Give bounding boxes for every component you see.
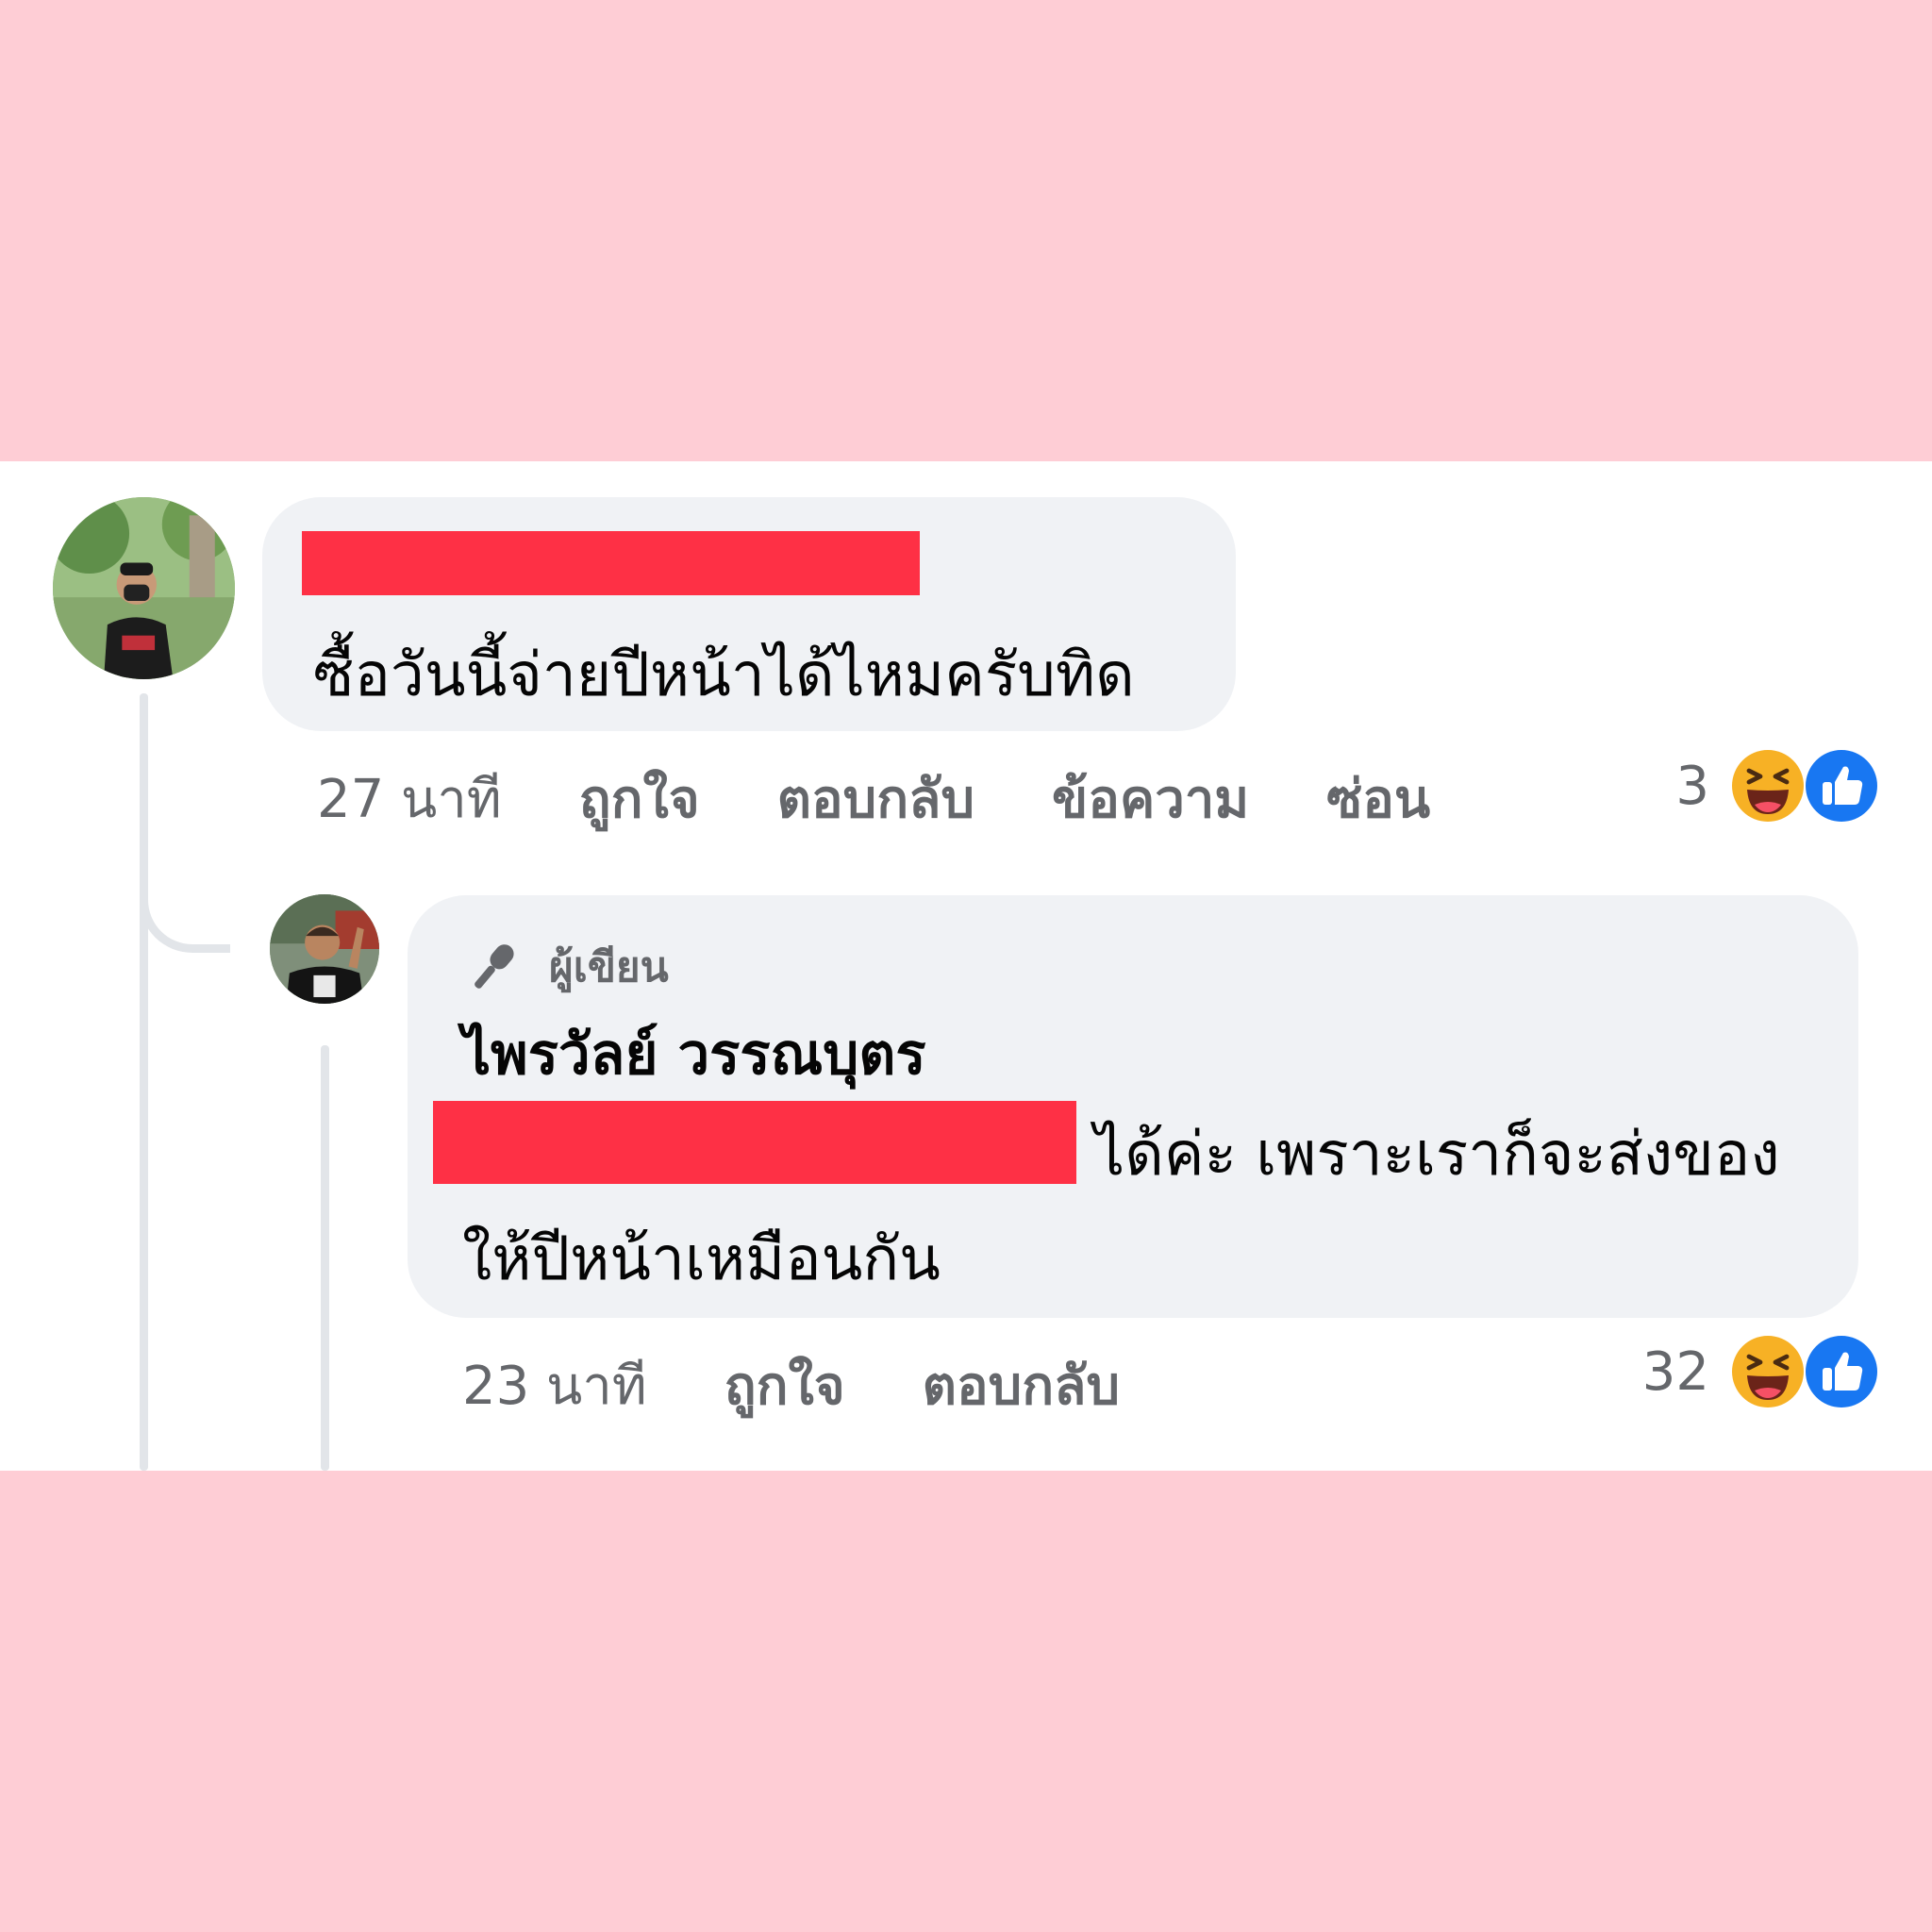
author-badge: ผู้เขียน — [462, 934, 669, 1000]
like-icon — [1806, 750, 1877, 822]
reaction-count: 3 — [1675, 755, 1709, 817]
redacted-commenter-name — [302, 531, 920, 595]
commenter-avatar-image — [53, 497, 235, 679]
comment-reactions[interactable]: 3 — [1675, 748, 1879, 824]
reply-action[interactable]: ตอบกลับ — [923, 1343, 1120, 1427]
author-avatar[interactable] — [270, 894, 379, 1004]
like-action[interactable]: ถูกใจ — [724, 1343, 845, 1427]
comment-actions: 27 นาที ถูกใจ ตอบกลับ ข้อความ ซ่อน — [317, 757, 1507, 841]
haha-emoji-icon — [1732, 750, 1804, 822]
reply-thread-line — [321, 1045, 329, 1471]
reply-action[interactable]: ตอบกลับ — [777, 757, 974, 841]
like-icon — [1806, 1336, 1877, 1407]
reply-text-line-1: ได้ค่ะ เพราะเราก็จะส่งของ — [1094, 1120, 1780, 1190]
reply-text-line-2: ให้ปีหน้าเหมือนกัน — [462, 1224, 941, 1294]
author-name[interactable]: ไพรวัลย์ วรรณบุตร — [462, 1009, 926, 1099]
redacted-mention — [433, 1101, 1076, 1184]
hide-action[interactable]: ซ่อน — [1326, 757, 1430, 841]
author-badge-label: ผู้เขียน — [549, 943, 669, 991]
message-action[interactable]: ข้อความ — [1052, 757, 1249, 841]
haha-emoji-icon — [1732, 1336, 1804, 1407]
thread-line — [140, 693, 148, 1471]
like-action[interactable]: ถูกใจ — [579, 757, 700, 841]
reaction-count: 32 — [1641, 1341, 1709, 1403]
comment-text: ซื้อวันนี้จ่ายปีหน้าได้ไหมครับทิด — [313, 641, 1135, 710]
commenter-avatar[interactable] — [53, 497, 235, 679]
comment-timestamp[interactable]: 27 นาที — [317, 757, 502, 841]
reply-reactions[interactable]: 32 — [1642, 1334, 1879, 1409]
reply-actions: 23 นาที ถูกใจ ตอบกลับ — [462, 1343, 1197, 1427]
author-avatar-image — [270, 894, 379, 1004]
microphone-icon — [475, 944, 514, 989]
reply-timestamp[interactable]: 23 นาที — [462, 1343, 647, 1427]
